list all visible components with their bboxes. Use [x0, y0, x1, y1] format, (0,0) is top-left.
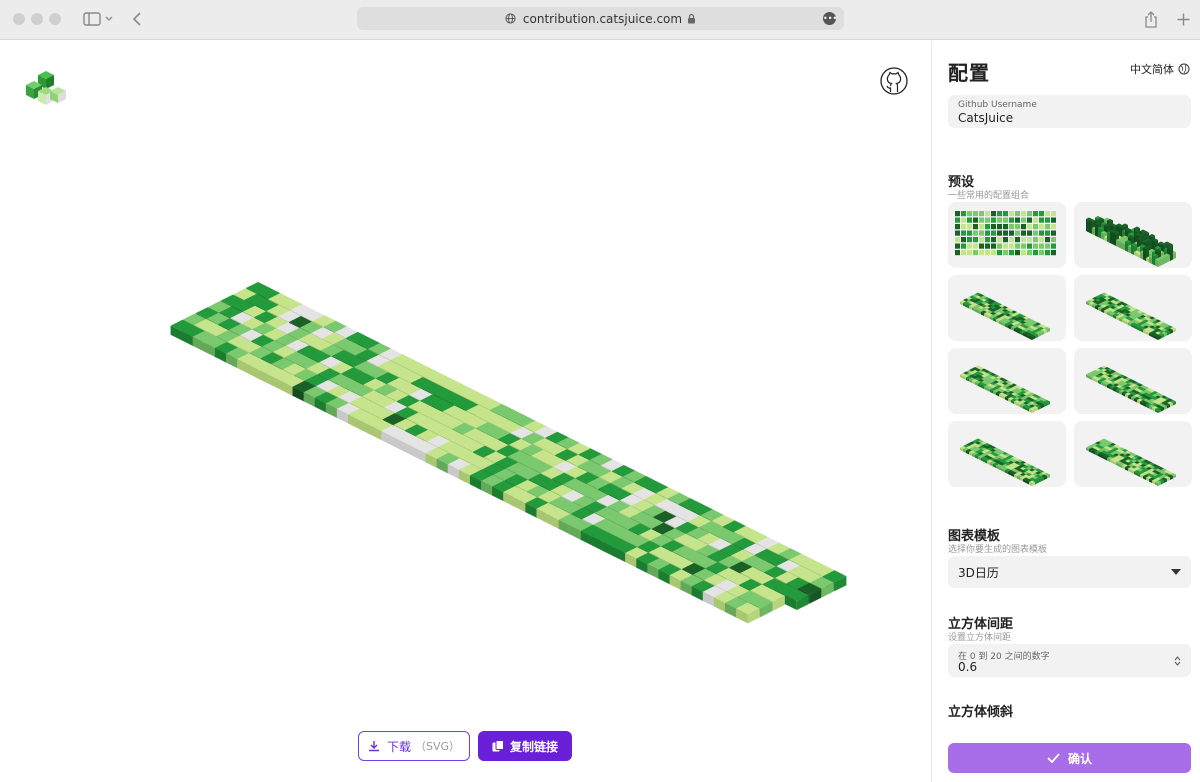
- confirm-label: 确认: [1067, 751, 1092, 766]
- download-label: 下载: [386, 739, 411, 754]
- confirm-button[interactable]: 确认: [948, 743, 1191, 773]
- check-icon: [1047, 753, 1060, 763]
- tilt-heading: 立方体倾斜: [948, 705, 1014, 720]
- copy-link-label: 复制链接: [509, 739, 558, 754]
- preset-thumbnail[interactable]: [948, 275, 1066, 341]
- language-switch[interactable]: 中文简体: [1130, 61, 1190, 77]
- main-area: 下载 （SVG） 复制链接: [0, 41, 931, 782]
- preset-thumbnail[interactable]: [1074, 275, 1192, 341]
- copy-link-button[interactable]: 复制链接: [478, 731, 572, 761]
- lock-icon: [688, 13, 696, 24]
- preset-thumbnail[interactable]: [1074, 421, 1192, 487]
- preset-preview-icon: [960, 292, 1050, 340]
- sidebar-icon: [83, 12, 113, 26]
- preset-thumbnail[interactable]: [948, 202, 1066, 268]
- stepper-icon[interactable]: [1174, 656, 1181, 666]
- share-icon: [1145, 10, 1157, 28]
- gap-value: 0.6: [958, 660, 978, 674]
- preset-preview-icon: [960, 365, 1050, 413]
- globe-icon: [505, 13, 516, 24]
- language-label: 中文简体: [1130, 63, 1174, 76]
- preset-preview-icon: [955, 211, 1056, 256]
- github-username-input[interactable]: Github Username CatsJuice: [948, 95, 1191, 128]
- preset-thumbnail[interactable]: [1074, 348, 1192, 414]
- preset-preview-icon: [1086, 438, 1176, 486]
- preset-grid: [948, 202, 1192, 487]
- template-select[interactable]: 3D日历: [948, 556, 1191, 588]
- preset-thumbnail[interactable]: [948, 348, 1066, 414]
- preset-preview-icon: [960, 438, 1050, 486]
- template-description: 选择你要生成的图表模板: [948, 545, 1048, 555]
- language-icon: [1178, 63, 1190, 75]
- gap-description: 设置立方体间距: [948, 633, 1012, 643]
- download-svg-button[interactable]: 下载 （SVG）: [358, 731, 470, 761]
- download-format-label: （SVG）: [414, 740, 461, 753]
- caret-down-icon: [1171, 569, 1181, 575]
- preset-thumbnail[interactable]: [948, 421, 1066, 487]
- cubes-logo-icon: [26, 71, 66, 105]
- preset-thumbnail[interactable]: [1074, 202, 1192, 268]
- config-title: 配置: [948, 61, 990, 85]
- zoom-window-button[interactable]: [49, 13, 61, 25]
- sidebar-toggle-button[interactable]: [80, 8, 116, 30]
- chevron-left-icon: [132, 12, 141, 26]
- presets-description: 一些常用的配置组合: [948, 191, 1030, 201]
- download-icon: [368, 741, 379, 752]
- template-select-value: 3D日历: [958, 565, 999, 580]
- preset-preview-icon: [1086, 216, 1176, 267]
- page-menu-button[interactable]: •••: [823, 12, 837, 25]
- github-icon: [880, 67, 908, 95]
- github-link[interactable]: [879, 66, 909, 100]
- copy-icon: [492, 740, 504, 752]
- config-sidebar: 配置 中文简体 Github Username CatsJuice 预设 一些常…: [931, 41, 1200, 782]
- preset-preview-icon: [1086, 365, 1176, 413]
- github-username-value: CatsJuice: [958, 111, 1014, 125]
- plus-icon: [1177, 13, 1189, 25]
- back-button[interactable]: [130, 8, 144, 30]
- close-window-button[interactable]: [13, 13, 25, 25]
- contribution-3d-calendar: [170, 282, 847, 624]
- address-bar[interactable]: contribution.catsjuice.com •••: [357, 7, 844, 30]
- app-logo: [24, 67, 68, 115]
- new-tab-button[interactable]: [1175, 8, 1191, 30]
- minimize-window-button[interactable]: [31, 13, 43, 25]
- url-text: contribution.catsjuice.com: [522, 11, 683, 26]
- gap-number-input[interactable]: 在 0 到 20 之间的数字 0.6: [948, 644, 1191, 677]
- share-button[interactable]: [1143, 8, 1159, 30]
- github-username-label: Github Username: [958, 100, 1037, 110]
- preset-preview-icon: [1086, 292, 1176, 340]
- browser-toolbar: contribution.catsjuice.com •••: [0, 0, 1200, 40]
